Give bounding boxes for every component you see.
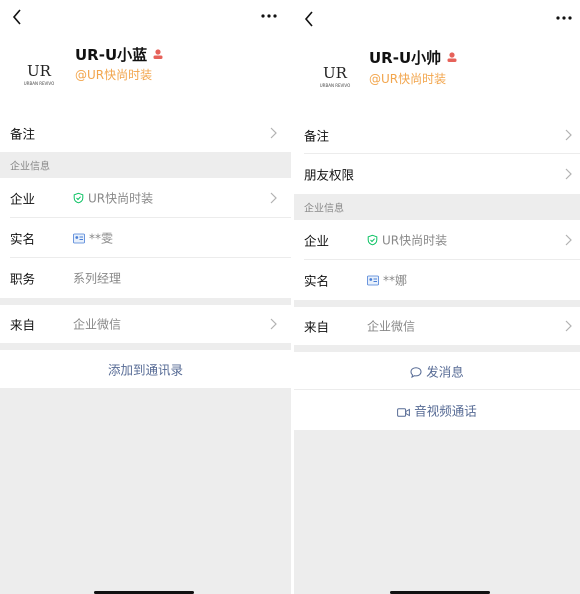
realname-row: 实名 **雯: [0, 218, 291, 258]
profile-header: UR URBAN REVIVO UR-U小蓝 @UR快尚时装: [0, 34, 291, 114]
svg-text:UR: UR: [27, 62, 52, 80]
contact-name: UR-U小蓝: [75, 44, 164, 65]
profile-header: UR URBAN REVIVO UR-U小帅 @UR快尚时装: [294, 34, 580, 116]
top-bar: [0, 0, 291, 34]
send-message-button[interactable]: 发消息: [294, 352, 580, 390]
chevron-right-icon: [270, 127, 277, 139]
chevron-right-icon: [565, 234, 572, 246]
contact-org: @UR快尚时装: [75, 68, 153, 82]
verified-shield-icon: [367, 234, 378, 246]
remark-row[interactable]: 备注: [294, 116, 580, 154]
section-enterprise-info: 企业信息: [10, 161, 50, 173]
right-contact-panel: UR URBAN REVIVO UR-U小帅 @UR快尚时装 备注 朋友权限 企…: [294, 0, 580, 594]
av-call-button[interactable]: 音视频通话: [294, 390, 580, 430]
ur-logo-icon: UR URBAN REVIVO: [24, 62, 55, 86]
video-camera-icon: [397, 408, 411, 417]
contact-name: UR-U小帅: [369, 47, 458, 68]
add-to-contacts-button[interactable]: 添加到通讯录: [0, 350, 291, 388]
svg-text:URBAN REVIVO: URBAN REVIVO: [24, 81, 55, 86]
realname-value: **娜: [383, 273, 408, 288]
from-value: 企业微信: [367, 319, 416, 334]
realname-row: 实名 **娜: [294, 260, 580, 300]
left-contact-panel: UR URBAN REVIVO UR-U小蓝 @UR快尚时装 备注 企业信息 企…: [0, 0, 291, 594]
company-row[interactable]: 企业 UR快尚时装: [0, 178, 291, 218]
more-icon[interactable]: [259, 6, 279, 26]
chevron-right-icon: [270, 192, 277, 204]
ur-logo-icon: UR URBAN REVIVO: [320, 64, 351, 88]
id-card-icon: [367, 275, 379, 286]
more-icon[interactable]: [554, 8, 574, 28]
company-value: UR快尚时装: [382, 233, 448, 248]
svg-text:UR: UR: [323, 64, 348, 82]
from-row[interactable]: 来自 企业微信: [294, 307, 580, 345]
remark-row[interactable]: 备注: [0, 114, 291, 152]
from-row[interactable]: 来自 企业微信: [0, 305, 291, 343]
friend-permission-row[interactable]: 朋友权限: [294, 154, 580, 194]
back-arrow-icon[interactable]: [8, 6, 30, 28]
from-value: 企业微信: [73, 317, 122, 332]
back-arrow-icon[interactable]: [300, 8, 322, 30]
position-value: 系列经理: [73, 271, 122, 286]
user-badge-icon: [447, 52, 457, 62]
chevron-right-icon: [565, 168, 572, 180]
realname-value: **雯: [89, 231, 114, 246]
svg-text:URBAN REVIVO: URBAN REVIVO: [320, 83, 351, 88]
avatar[interactable]: UR URBAN REVIVO: [14, 54, 64, 90]
chevron-right-icon: [565, 320, 572, 332]
section-enterprise-info: 企业信息: [304, 203, 344, 215]
verified-shield-icon: [73, 192, 84, 204]
user-badge-icon: [153, 49, 163, 59]
chevron-right-icon: [565, 129, 572, 141]
chat-bubble-icon: [410, 367, 422, 379]
position-row: 职务 系列经理: [0, 258, 291, 298]
avatar[interactable]: UR URBAN REVIVO: [310, 56, 360, 92]
company-value: UR快尚时装: [88, 191, 154, 206]
contact-org: @UR快尚时装: [369, 72, 447, 86]
chevron-right-icon: [270, 318, 277, 330]
id-card-icon: [73, 233, 85, 244]
top-bar: [294, 0, 580, 34]
company-row[interactable]: 企业 UR快尚时装: [294, 220, 580, 260]
